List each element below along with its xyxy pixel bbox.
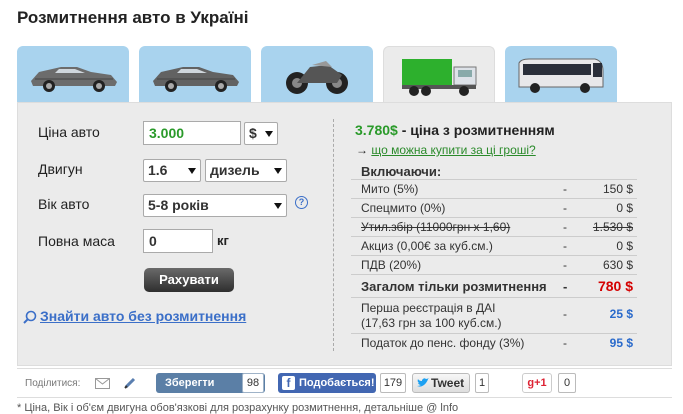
- calculate-button[interactable]: Рахувати: [144, 268, 234, 292]
- tab-bus[interactable]: [505, 46, 617, 103]
- bus-icon: [518, 58, 604, 93]
- facebook-icon: f: [282, 376, 295, 390]
- tweet-button[interactable]: Tweet: [412, 373, 470, 393]
- chevron-down-icon: [274, 203, 282, 209]
- cost-breakdown: Включаючи: Мито (5%) - 150 $ Спецмито (0%)…: [351, 163, 637, 353]
- customs-total-value: 780 $: [597, 278, 633, 294]
- share-label: Поділитися:: [25, 378, 81, 389]
- pension-row: Податок до пенс. фонду (3%) - 95 $: [351, 334, 637, 353]
- engine-label: Двигун: [38, 161, 83, 177]
- row-dash: -: [563, 220, 567, 234]
- page-title: Розмитнення авто в Україні: [17, 8, 249, 27]
- help-icon[interactable]: ?: [295, 196, 308, 209]
- row-dash: -: [563, 279, 568, 294]
- row-label: Спецмито (0%): [361, 201, 446, 215]
- row-dash: -: [563, 336, 567, 350]
- mass-unit: кг: [217, 233, 229, 248]
- chevron-down-icon: [274, 168, 282, 174]
- what-to-buy: → що можна купити за ці гроші?: [356, 143, 536, 157]
- mass-input[interactable]: 0: [143, 229, 213, 253]
- row-dash: -: [563, 307, 567, 321]
- list-item: Мито (5%) - 150 $: [351, 180, 637, 199]
- vk-count: 98: [242, 373, 264, 393]
- footer-note: * Ціна, Вік і об'єм двигуна обов'язкові …: [17, 402, 459, 414]
- sports-car-icon: [31, 66, 117, 92]
- price-input[interactable]: 3.000: [143, 121, 241, 145]
- total-price: 3.780$ - ціна з розмитненням: [355, 122, 555, 138]
- tab-motorcycle[interactable]: [261, 46, 373, 103]
- mass-label: Повна маса: [38, 233, 115, 249]
- tweet-label: Tweet: [431, 376, 465, 390]
- list-item: Спецмито (0%) - 0 $: [351, 199, 637, 218]
- fb-label: Подобається!: [299, 377, 375, 389]
- customs-total-label: Загалом тільки розмитнення: [361, 279, 547, 294]
- fb-count: 179: [380, 373, 406, 393]
- row-dash: -: [563, 239, 567, 253]
- row-value: 150 $: [602, 182, 633, 196]
- row-label: Мито (5%): [361, 182, 419, 196]
- fuel-type-select[interactable]: дизель: [205, 159, 287, 182]
- row-dash: -: [563, 201, 567, 215]
- row-value: 0 $: [616, 201, 633, 215]
- currency-value: $: [249, 125, 257, 141]
- gplus-count: 0: [558, 373, 576, 393]
- currency-select[interactable]: $: [244, 122, 278, 145]
- fuel-type-value: дизель: [210, 162, 260, 178]
- panel-divider: [333, 119, 334, 351]
- pension-label: Податок до пенс. фонду (3%): [361, 336, 525, 350]
- row-dash: -: [563, 182, 567, 196]
- engine-volume-value: 1.6: [148, 162, 168, 178]
- list-item: ПДВ (20%) - 630 $: [351, 256, 637, 275]
- row-dash: -: [563, 258, 567, 272]
- motorcycle-icon: [286, 60, 348, 94]
- sedan-car-icon: [153, 66, 239, 92]
- registration-value: 25 $: [609, 307, 633, 321]
- truck-icon: [402, 58, 477, 96]
- tab-sedan-car[interactable]: [139, 46, 251, 103]
- chevron-down-icon: [265, 131, 273, 137]
- tweet-count: 1: [475, 373, 489, 393]
- what-to-buy-link[interactable]: що можна купити за ці гроші?: [371, 143, 535, 157]
- tab-truck[interactable]: [383, 46, 495, 104]
- row-label: ПДВ (20%): [361, 258, 422, 272]
- twitter-icon: [417, 378, 429, 387]
- row-value: 1.530 $: [592, 220, 633, 234]
- chevron-down-icon: [188, 168, 196, 174]
- age-select[interactable]: 5-8 років: [143, 194, 287, 217]
- price-label: Ціна авто: [38, 124, 100, 140]
- find-car-link[interactable]: Знайти авто без розмитнення: [40, 308, 246, 324]
- including-header: Включаючи:: [351, 163, 637, 180]
- registration-label: Перша реєстрація в ДАІ: [361, 301, 496, 315]
- age-value: 5-8 років: [148, 197, 209, 213]
- registration-row: Перша реєстрація в ДАІ (17,63 грн за 100 …: [351, 298, 637, 334]
- calculator-panel: Ціна авто 3.000 $ Двигун 1.6 дизель Вік …: [17, 102, 672, 366]
- email-icon[interactable]: [95, 378, 110, 389]
- row-value: 0 $: [616, 239, 633, 253]
- list-item: Утил.збір (11000грн х 1,60) - 1.530 $: [351, 218, 637, 237]
- pension-value: 95 $: [609, 336, 633, 350]
- magnifier-icon: [23, 310, 37, 324]
- total-value: 3.780$: [355, 122, 398, 138]
- total-text: - ціна з розмитненням: [397, 122, 555, 138]
- share-bar: Поділитися: ЗберегтиВ 98 fПодобається! 1…: [17, 368, 672, 398]
- arrow-right-icon: →: [356, 143, 368, 157]
- list-item: Акциз (0,00€ за куб.см.) - 0 $: [351, 237, 637, 256]
- fb-like-button[interactable]: f Подобається!: [278, 373, 376, 393]
- age-label: Вік авто: [38, 196, 90, 212]
- row-label: Акциз (0,00€ за куб.см.): [361, 239, 493, 253]
- engine-volume-select[interactable]: 1.6: [143, 159, 201, 182]
- tab-sports-car[interactable]: [17, 46, 129, 103]
- registration-rate: (17,63 грн за 100 куб.см.): [361, 316, 502, 330]
- row-label: Утил.збір (11000грн х 1,60): [361, 220, 511, 234]
- vk-label: Зберегти: [165, 377, 215, 389]
- gplus-button[interactable]: g+1: [522, 373, 552, 393]
- bookmark-icon[interactable]: [123, 376, 137, 390]
- row-value: 630 $: [602, 258, 633, 272]
- customs-total-row: Загалом тільки розмитнення - 780 $: [351, 275, 637, 298]
